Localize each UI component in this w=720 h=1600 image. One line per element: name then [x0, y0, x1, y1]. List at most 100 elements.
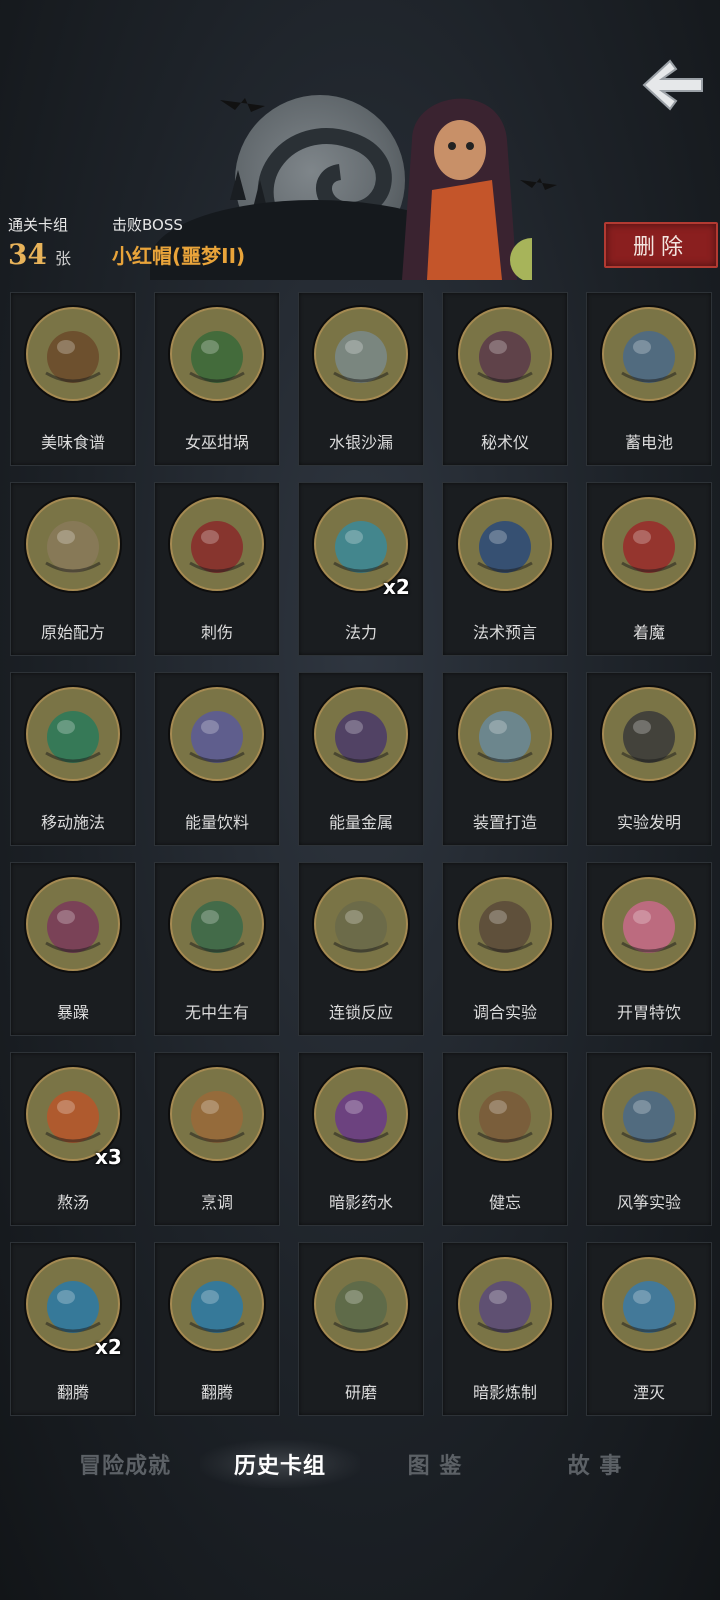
card-tile[interactable]: 能量金属	[298, 672, 424, 846]
card-name: 风筝实验	[616, 1193, 681, 1212]
card-name: 能量金属	[328, 813, 393, 832]
back-arrow-icon	[642, 59, 703, 111]
deck-count: 34 张	[8, 238, 71, 271]
deck-count-number: 34	[8, 238, 47, 271]
card-name: 无中生有	[184, 1003, 249, 1022]
card-name: 熬汤	[56, 1193, 89, 1212]
card-tile[interactable]: 法术预言	[442, 482, 568, 656]
card-tile[interactable]: 女巫坩埚	[154, 292, 280, 466]
card-tile[interactable]: 法力 x2	[298, 482, 424, 656]
card-tile[interactable]: 风筝实验	[586, 1052, 712, 1226]
card-tile[interactable]: 熬汤 x3	[10, 1052, 136, 1226]
card-count-badge: x2	[383, 575, 410, 599]
card-name: 秘术仪	[480, 433, 529, 452]
forgetful-icon	[456, 1065, 554, 1163]
card-tile[interactable]: 实验发明	[586, 672, 712, 846]
card-name: 移动施法	[40, 813, 105, 832]
card-tile[interactable]: 健忘	[442, 1052, 568, 1226]
shadow-forge-icon	[456, 1255, 554, 1353]
back-button[interactable]	[640, 55, 706, 115]
card-tile[interactable]: 调合实验	[442, 862, 568, 1036]
card-name: 连锁反应	[328, 1003, 393, 1022]
card-name: 翻腾	[200, 1383, 233, 1402]
deck-count-unit: 张	[54, 249, 71, 268]
card-name: 能量饮料	[184, 813, 249, 832]
card-name: 刺伤	[200, 623, 233, 642]
deck-count-label: 通关卡组	[8, 216, 69, 234]
energy-metal-icon	[312, 685, 410, 783]
recipe-book-icon	[24, 305, 122, 403]
invention-icon	[600, 685, 698, 783]
card-name: 原始配方	[40, 623, 105, 642]
card-tile[interactable]: 能量饮料	[154, 672, 280, 846]
boss-name: 小红帽(噩梦II)	[112, 244, 246, 268]
device-craft-icon	[456, 685, 554, 783]
possessed-icon	[600, 495, 698, 593]
tab-story[interactable]: 故 事	[530, 1440, 660, 1488]
card-tile[interactable]: 蓄电池	[586, 292, 712, 466]
card-name: 蓄电池	[624, 433, 673, 452]
card-tile[interactable]: 湮灭	[586, 1242, 712, 1416]
card-name: 健忘	[488, 1193, 521, 1212]
card-tile[interactable]: 烹调	[154, 1052, 280, 1226]
cooking-fox-icon	[168, 1065, 266, 1163]
card-tile[interactable]: 无中生有	[154, 862, 280, 1036]
energy-drink-icon	[168, 685, 266, 783]
card-name: 美味食谱	[40, 433, 105, 452]
arcane-device-icon	[456, 305, 554, 403]
card-name: 调合实验	[472, 1003, 537, 1022]
card-tile[interactable]: 装置打造	[442, 672, 568, 846]
card-name: 女巫坩埚	[184, 433, 249, 452]
card-tile[interactable]: 暴躁	[10, 862, 136, 1036]
crystal-ball-icon	[456, 495, 554, 593]
cauldron-icon	[168, 305, 266, 403]
card-tile[interactable]: 研磨	[298, 1242, 424, 1416]
card-tile[interactable]: 刺伤	[154, 482, 280, 656]
card-tile[interactable]: 移动施法	[10, 672, 136, 846]
boss-label: 击败BOSS	[112, 216, 183, 234]
tab-adventure-achievements[interactable]: 冒险成就	[50, 1440, 200, 1488]
grinding-icon	[312, 1255, 410, 1353]
card-name: 暗影炼制	[472, 1383, 537, 1402]
card-tile[interactable]: 着魔	[586, 482, 712, 656]
mixing-icon	[456, 875, 554, 973]
card-name: 开胃特饮	[616, 1003, 681, 1022]
card-name: 暗影药水	[328, 1193, 393, 1212]
card-name: 研磨	[344, 1383, 377, 1402]
card-name: 法力	[344, 623, 377, 642]
cocktail-icon	[600, 875, 698, 973]
shadow-potion-icon	[312, 1065, 410, 1163]
wizard-icon	[24, 685, 122, 783]
card-tile[interactable]: 连锁反应	[298, 862, 424, 1036]
dagger-icon	[168, 495, 266, 593]
card-name: 翻腾	[56, 1383, 89, 1402]
card-name: 实验发明	[616, 813, 681, 832]
boss-banner: 通关卡组 34 张 击败BOSS 小红帽(噩梦II) 删除	[0, 0, 720, 280]
card-tile[interactable]: 原始配方	[10, 482, 136, 656]
card-name: 装置打造	[472, 813, 537, 832]
card-tile[interactable]: 暗影药水	[298, 1052, 424, 1226]
card-name: 湮灭	[632, 1383, 665, 1402]
card-tile[interactable]: 水银沙漏	[298, 292, 424, 466]
red-riding-hood-illustration	[402, 98, 532, 280]
card-tile[interactable]: 翻腾 x2	[10, 1242, 136, 1416]
blue-flame-icon	[168, 1255, 266, 1353]
card-tile[interactable]: 开胃特饮	[586, 862, 712, 1036]
card-tile[interactable]: 秘术仪	[442, 292, 568, 466]
card-name: 水银沙漏	[328, 433, 393, 452]
card-tile[interactable]: 美味食谱	[10, 292, 136, 466]
card-name: 暴躁	[56, 1003, 89, 1022]
bottom-tab-bar: 冒险成就 历史卡组 图 鉴 故 事	[0, 1440, 720, 1500]
card-count-badge: x2	[95, 1335, 122, 1359]
card-name: 法术预言	[472, 623, 537, 642]
tab-history-deck[interactable]: 历史卡组	[200, 1440, 360, 1488]
delete-button[interactable]: 删除	[604, 222, 718, 268]
card-tile[interactable]: 翻腾	[154, 1242, 280, 1416]
dominoes-icon	[312, 875, 410, 973]
card-count-badge: x3	[95, 1145, 122, 1169]
battery-icon	[600, 305, 698, 403]
annihilation-icon	[600, 1255, 698, 1353]
scroll-icon	[24, 495, 122, 593]
card-tile[interactable]: 暗影炼制	[442, 1242, 568, 1416]
tab-encyclopedia[interactable]: 图 鉴	[370, 1440, 500, 1488]
